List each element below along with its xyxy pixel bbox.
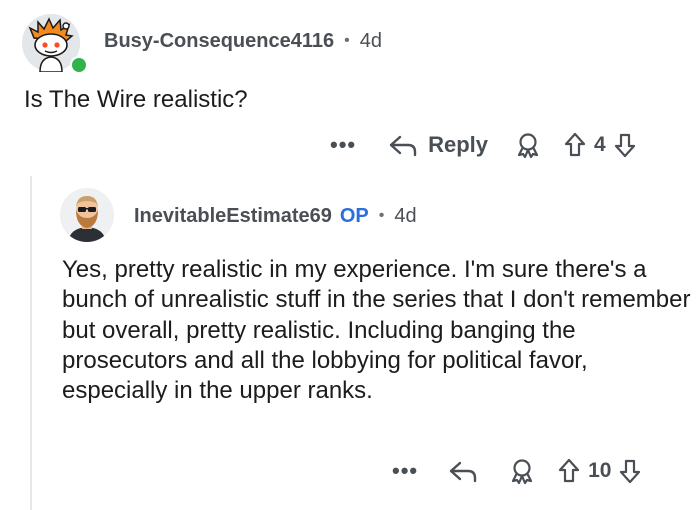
reply-body: Yes, pretty realistic in my experience. … (62, 256, 691, 405)
downvote-arrow-icon[interactable] (614, 132, 636, 158)
more-options-button[interactable]: ••• (330, 134, 356, 156)
upvote-arrow-icon[interactable] (558, 458, 580, 484)
timestamp[interactable]: 4d (394, 205, 416, 228)
comment-meta: Busy-Consequence4116 • 4d (104, 28, 382, 54)
username[interactable]: Busy-Consequence4116 (104, 30, 334, 53)
reply-meta: InevitableEstimate69 OP • 4d (134, 203, 417, 229)
vote-controls: 10 (558, 458, 641, 484)
op-badge: OP (339, 204, 369, 227)
thread-line[interactable] (30, 176, 32, 510)
meta-separator: • (378, 207, 385, 224)
reply-button[interactable]: Reply (388, 132, 488, 158)
comment-actions: ••• Reply 4 (330, 128, 636, 162)
reply-button[interactable] (448, 459, 478, 483)
reply-arrow-icon (448, 459, 478, 483)
online-status-dot (70, 56, 88, 74)
vote-score: 4 (594, 133, 606, 156)
vote-score: 10 (588, 459, 612, 482)
avatar[interactable] (60, 188, 114, 242)
award-icon[interactable] (508, 457, 536, 485)
username[interactable]: InevitableEstimate69 (134, 205, 332, 228)
reply-arrow-icon (388, 133, 418, 157)
more-options-button[interactable]: ••• (392, 460, 418, 482)
comment-body: Is The Wire realistic? (24, 86, 248, 113)
vote-controls: 4 (564, 132, 636, 158)
reply-actions: ••• 10 (392, 454, 641, 488)
upvote-arrow-icon[interactable] (564, 132, 586, 158)
timestamp[interactable]: 4d (360, 30, 382, 53)
reply-label: Reply (428, 132, 489, 157)
downvote-arrow-icon[interactable] (619, 458, 641, 484)
meta-separator: • (344, 32, 350, 49)
award-icon[interactable] (514, 131, 542, 159)
bearded-avatar-icon (60, 188, 114, 242)
